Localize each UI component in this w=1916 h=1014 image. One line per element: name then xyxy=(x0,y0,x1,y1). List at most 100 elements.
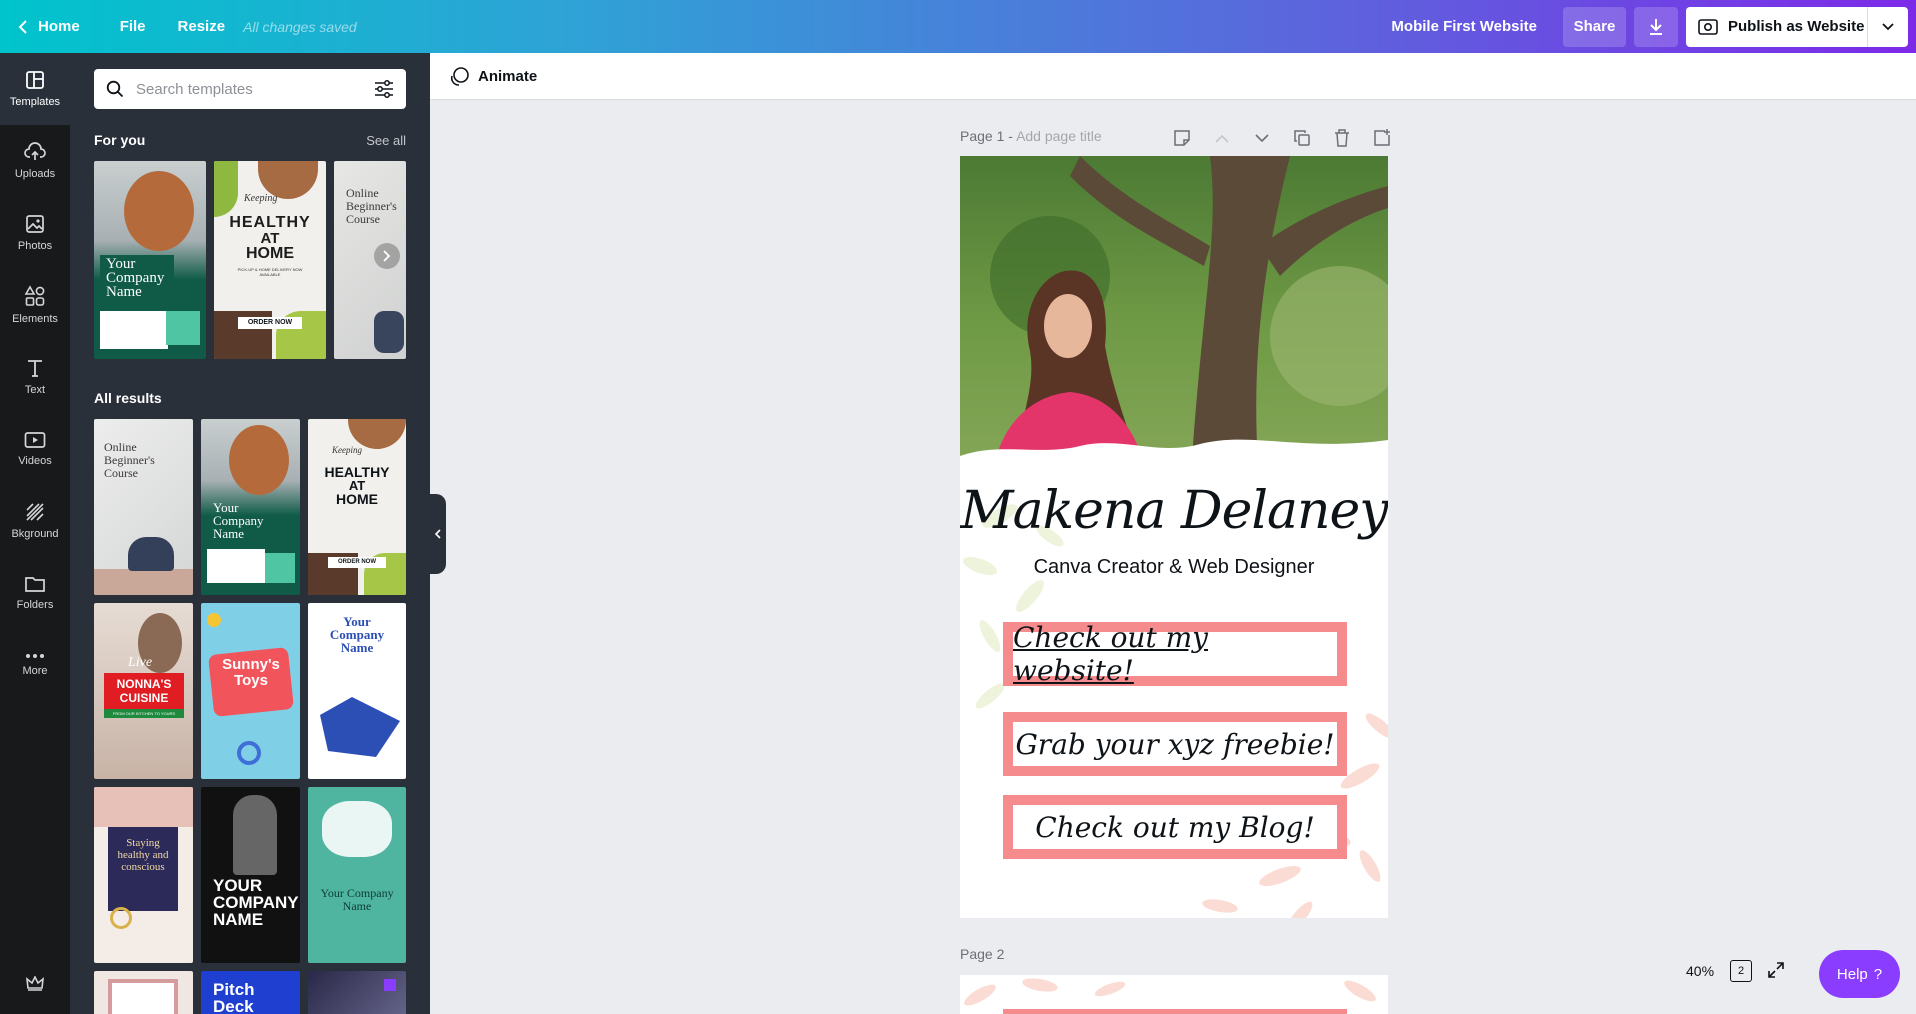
template-thumb[interactable]: Staying healthy and conscious xyxy=(94,787,193,963)
portrait-photo[interactable] xyxy=(960,156,1388,491)
move-page-up-button[interactable] xyxy=(1202,124,1242,152)
file-menu[interactable]: File xyxy=(108,0,158,53)
duplicate-icon xyxy=(1294,130,1310,146)
nav-folders-label: Folders xyxy=(16,599,54,611)
design-title[interactable]: Mobile First Website xyxy=(1391,18,1537,35)
cta-label: Grab your xyz freebie! xyxy=(1015,727,1335,761)
thumb-text: Keeping xyxy=(332,445,362,455)
design-page-1[interactable]: Makena Delaney Canva Creator & Web Desig… xyxy=(960,156,1388,918)
templates-panel: For you See all Your Company Name Keepin… xyxy=(70,53,430,1014)
help-button[interactable]: Help ? xyxy=(1819,950,1900,998)
nav-folders[interactable]: Folders xyxy=(0,557,70,629)
filter-icon[interactable] xyxy=(374,80,394,98)
template-thumb[interactable]: Your Company Name xyxy=(308,603,406,779)
template-thumb[interactable] xyxy=(94,971,193,1014)
publish-label: Publish as Website xyxy=(1728,18,1865,35)
thumb-text: Staying healthy and conscious xyxy=(117,837,169,873)
nav-videos[interactable]: Videos xyxy=(0,413,70,485)
download-button[interactable] xyxy=(1634,6,1678,47)
note-icon xyxy=(1174,130,1190,146)
template-thumb[interactable]: Pitch Deck xyxy=(201,971,300,1014)
freebie-link-button[interactable]: Grab your xyz freebie! xyxy=(1003,712,1347,776)
share-button[interactable]: Share xyxy=(1563,6,1626,47)
expand-icon xyxy=(1768,961,1784,978)
nav-photos-label: Photos xyxy=(17,240,53,252)
thumb-text: HEALTHY xyxy=(229,214,311,231)
zoom-controls: 40% 2 xyxy=(1676,956,1795,986)
cta-label: Check out my website! xyxy=(1013,621,1208,687)
template-thumb[interactable] xyxy=(308,971,406,1014)
page-tools xyxy=(1162,124,1402,152)
template-thumb[interactable]: Your Company Name xyxy=(94,161,206,359)
template-thumb[interactable]: Your Company Name xyxy=(201,419,300,595)
publish-main[interactable]: Publish as Website xyxy=(1686,6,1868,47)
pro-crown-button[interactable] xyxy=(0,976,70,992)
animate-button[interactable]: Animate xyxy=(478,68,537,85)
website-icon xyxy=(1698,18,1718,35)
photo-icon xyxy=(26,215,44,233)
nav-background[interactable]: Bkground xyxy=(0,485,70,557)
nav-templates-label: Templates xyxy=(9,96,61,108)
thumb-text: Your Company Name xyxy=(329,614,385,655)
nav-more[interactable]: More xyxy=(0,629,70,701)
thumb-hair-shape xyxy=(124,171,194,251)
see-all-link[interactable]: See all xyxy=(366,133,406,148)
publish-options-button[interactable] xyxy=(1868,22,1908,31)
thumb-text: FROM OUR KITCHEN TO YOURS xyxy=(104,709,184,718)
publish-button[interactable]: Publish as Website xyxy=(1686,6,1908,47)
website-link-button[interactable]: Check out my website! xyxy=(1003,621,1347,687)
template-thumb[interactable]: Online Beginner's Course xyxy=(94,419,193,595)
nav-text[interactable]: Text xyxy=(0,341,70,413)
carousel-next-button[interactable] xyxy=(374,243,400,269)
template-thumb[interactable]: Live NONNA'S CUISINE FROM OUR KITCHEN TO… xyxy=(94,603,193,779)
help-icon: ? xyxy=(1873,965,1883,983)
design-page-2[interactable] xyxy=(960,975,1388,1014)
nav-photos[interactable]: Photos xyxy=(0,197,70,269)
profile-subtitle[interactable]: Canva Creator & Web Designer xyxy=(960,556,1388,579)
thumb-text: Keeping xyxy=(244,193,278,204)
move-page-down-button[interactable] xyxy=(1242,124,1282,152)
add-page-title-input[interactable]: Add page title xyxy=(1016,128,1102,144)
delete-page-button[interactable] xyxy=(1322,124,1362,152)
page-notes-button[interactable] xyxy=(1162,124,1202,152)
template-thumb[interactable]: Keeping HEALTHY AT HOME PICK-UP & HOME D… xyxy=(214,161,326,359)
thumb-text: NONNA'S CUISINE xyxy=(104,673,184,709)
resize-menu[interactable]: Resize xyxy=(166,0,238,53)
more-icon xyxy=(26,654,44,658)
thumb-text: HOME xyxy=(336,491,378,507)
background-icon xyxy=(26,503,44,521)
search-icon xyxy=(106,80,124,98)
page-1-label: Page 1 - Add page title xyxy=(960,128,1102,144)
template-thumb[interactable]: Your Company Name xyxy=(308,787,406,963)
for-you-title: For you xyxy=(94,132,146,148)
nav-uploads[interactable]: Uploads xyxy=(0,125,70,197)
blog-link-button[interactable]: Check out my Blog! xyxy=(1003,795,1347,859)
home-button[interactable]: Home xyxy=(0,0,92,53)
chevron-left-icon xyxy=(434,529,441,539)
nav-videos-label: Videos xyxy=(18,455,52,467)
search-input[interactable] xyxy=(136,80,362,98)
template-thumb[interactable]: Sunny's Toys xyxy=(201,603,300,779)
video-icon xyxy=(24,432,46,448)
nav-text-label: Text xyxy=(24,384,46,396)
for-you-row: Your Company Name Keeping HEALTHY AT HOM… xyxy=(94,161,406,359)
thumb-text: Online Beginner's Course xyxy=(104,440,155,480)
nav-elements[interactable]: Elements xyxy=(0,269,70,341)
collapse-panel-button[interactable] xyxy=(428,494,446,574)
template-thumb[interactable]: YOUR COMPANY NAME xyxy=(201,787,300,963)
nav-background-label: Bkground xyxy=(11,528,59,540)
duplicate-page-button[interactable] xyxy=(1282,124,1322,152)
template-thumb[interactable]: Keeping HEALTHY AT HOME ORDER NOW xyxy=(308,419,406,595)
search-box[interactable] xyxy=(94,69,406,109)
fullscreen-button[interactable] xyxy=(1768,961,1784,981)
profile-name[interactable]: Makena Delaney xyxy=(960,481,1388,541)
page-count-button[interactable]: 2 xyxy=(1730,960,1753,982)
folder-icon xyxy=(25,577,45,592)
nav-templates[interactable]: Templates xyxy=(0,53,70,125)
add-page-button[interactable] xyxy=(1362,124,1402,152)
thumb-text: Your Company Name xyxy=(106,256,165,300)
zoom-level[interactable]: 40% xyxy=(1686,963,1714,979)
editor-toolbar: Animate xyxy=(430,53,1916,100)
chevron-right-icon xyxy=(383,250,391,262)
thumb-text: Your Company Name xyxy=(320,886,394,913)
